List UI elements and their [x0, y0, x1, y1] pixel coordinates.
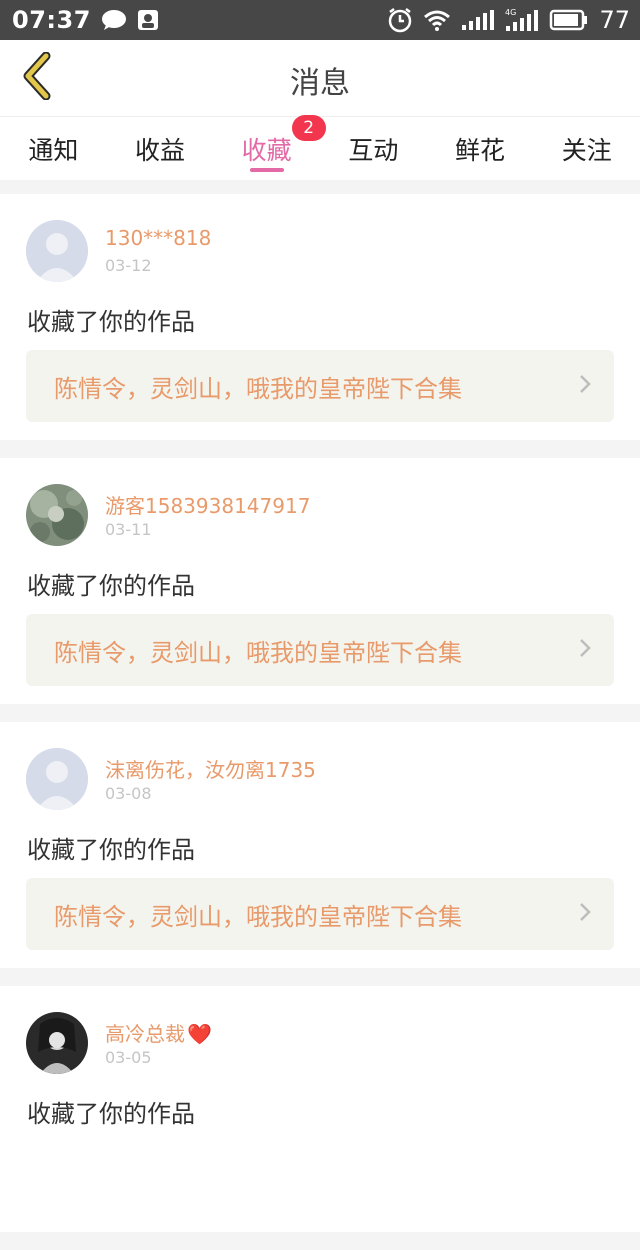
avatar[interactable] — [26, 484, 88, 546]
message-text: 收藏了你的作品 — [27, 1100, 195, 1128]
message-text: 收藏了你的作品 — [27, 572, 195, 600]
message-date: 03-12 — [105, 256, 152, 275]
message-text: 收藏了你的作品 — [27, 308, 195, 336]
username[interactable]: 游客1583938147917 — [105, 490, 310, 519]
tab-flowers[interactable]: 鲜花 — [427, 117, 534, 180]
username[interactable]: 高冷总裁 ❤️ — [105, 1018, 212, 1047]
avatar[interactable] — [26, 220, 88, 282]
tab-label: 收藏 — [241, 135, 292, 165]
chevron-right-icon — [578, 901, 592, 927]
work-link[interactable]: 陈情令，灵剑山，哦我的皇帝陛下合集 — [26, 878, 614, 950]
status-bar: 07:37 4G 77 — [0, 0, 640, 40]
tab-bar: 通知 收益 收藏 2 互动 鲜花 关注 — [0, 114, 640, 180]
notification-icon — [137, 9, 159, 31]
status-time: 07:37 — [12, 6, 91, 34]
tab-favorites[interactable]: 收藏 2 — [213, 114, 326, 180]
username[interactable]: 沫离伤花，汝勿离1735 — [105, 754, 316, 783]
avatar[interactable] — [26, 1012, 88, 1074]
tab-label: 通知 — [28, 135, 79, 165]
message-card: 高冷总裁 ❤️ 03-05 收藏了你的作品 — [0, 986, 640, 1232]
tab-interactions[interactable]: 互动 — [320, 117, 427, 180]
wifi-icon — [423, 9, 451, 31]
title-bar: 消息 — [0, 40, 640, 116]
signal-4g-icon: 4G — [505, 8, 539, 32]
username-text: 高冷总裁 — [105, 1022, 185, 1046]
message-date: 03-05 — [105, 1048, 152, 1067]
svg-text:4G: 4G — [505, 8, 516, 17]
chat-bubble-icon — [101, 9, 127, 31]
tab-label: 关注 — [561, 135, 612, 165]
heart-icon: ❤️ — [187, 1022, 212, 1046]
tab-notifications[interactable]: 通知 — [0, 117, 107, 180]
tab-earnings[interactable]: 收益 — [107, 117, 214, 180]
tab-label: 收益 — [135, 135, 186, 165]
message-card: 沫离伤花，汝勿离1735 03-08 收藏了你的作品 陈情令，灵剑山，哦我的皇帝… — [0, 722, 640, 968]
work-title: 陈情令，灵剑山，哦我的皇帝陛下合集 — [54, 902, 462, 931]
message-text: 收藏了你的作品 — [27, 836, 195, 864]
username[interactable]: 130***818 — [105, 226, 211, 250]
work-title: 陈情令，灵剑山，哦我的皇帝陛下合集 — [54, 374, 462, 403]
signal-icon — [461, 9, 495, 31]
alarm-icon — [387, 7, 413, 33]
page-title: 消息 — [290, 66, 350, 101]
message-date: 03-08 — [105, 784, 152, 803]
tab-following[interactable]: 关注 — [533, 117, 640, 180]
work-link[interactable]: 陈情令，灵剑山，哦我的皇帝陛下合集 — [26, 350, 614, 422]
tab-label: 鲜花 — [455, 135, 506, 165]
work-title: 陈情令，灵剑山，哦我的皇帝陛下合集 — [54, 638, 462, 667]
avatar[interactable] — [26, 748, 88, 810]
chevron-right-icon — [578, 373, 592, 399]
chevron-right-icon — [578, 637, 592, 663]
message-date: 03-11 — [105, 520, 152, 539]
message-card: 130***818 03-12 收藏了你的作品 陈情令，灵剑山，哦我的皇帝陛下合… — [0, 194, 640, 440]
work-link[interactable]: 陈情令，灵剑山，哦我的皇帝陛下合集 — [26, 614, 614, 686]
tab-label: 互动 — [348, 135, 399, 165]
battery-icon — [549, 9, 589, 31]
active-tab-indicator — [249, 168, 284, 172]
battery-level: 77 — [599, 6, 630, 34]
message-list: 130***818 03-12 收藏了你的作品 陈情令，灵剑山，哦我的皇帝陛下合… — [0, 194, 640, 1250]
message-card: 游客1583938147917 03-11 收藏了你的作品 陈情令，灵剑山，哦我… — [0, 458, 640, 704]
